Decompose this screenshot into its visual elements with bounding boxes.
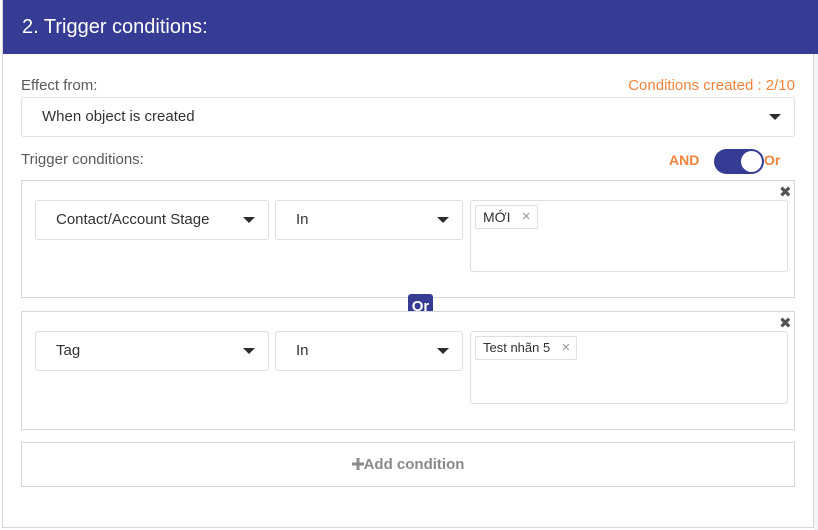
condition-2-values-input[interactable]: Test nhãn 5 × (470, 331, 788, 404)
condition-2-operator-select[interactable]: In (275, 331, 463, 371)
condition-2-operator-value: In (296, 342, 309, 359)
scrollbar-track[interactable] (814, 0, 818, 530)
effect-from-value: When object is created (42, 108, 195, 125)
effect-from-select[interactable]: When object is created (21, 97, 795, 137)
effect-from-label: Effect from: (21, 77, 98, 94)
trigger-conditions-label: Trigger conditions: (21, 151, 144, 168)
caret-down-icon (243, 348, 255, 354)
value-tag: Test nhãn 5 × (475, 336, 578, 360)
caret-down-icon (243, 217, 255, 223)
add-condition-label: Add condition (363, 456, 465, 473)
and-label: AND (669, 152, 700, 168)
add-condition-button[interactable]: Add condition (21, 442, 795, 487)
remove-condition-icon[interactable]: ✖ (779, 185, 792, 200)
condition-1-field-value: Contact/Account Stage (56, 211, 210, 228)
conditions-counter: Conditions created : 2/10 (628, 77, 795, 94)
caret-down-icon (437, 348, 449, 354)
caret-down-icon (769, 114, 781, 120)
plus-icon (351, 458, 364, 470)
value-tag: MỚI × (475, 205, 538, 229)
value-tag-label: Test nhãn 5 (483, 340, 551, 355)
panel-title: 2. Trigger conditions: (3, 0, 815, 54)
condition-2-field-value: Tag (56, 342, 81, 359)
condition-1-operator-value: In (296, 211, 309, 228)
toggle-knob (741, 151, 762, 172)
caret-down-icon (437, 217, 449, 223)
or-label: Or (764, 152, 781, 168)
condition-1-field-select[interactable]: Contact/Account Stage (35, 200, 269, 240)
condition-2-field-select[interactable]: Tag (35, 331, 269, 371)
condition-1-values-input[interactable]: MỚI × (470, 200, 788, 272)
remove-tag-icon[interactable]: × (561, 337, 570, 359)
and-or-toggle[interactable] (714, 149, 764, 174)
remove-tag-icon[interactable]: × (522, 206, 531, 228)
value-tag-label: MỚI (483, 209, 511, 225)
remove-condition-icon[interactable]: ✖ (779, 316, 792, 331)
condition-1-operator-select[interactable]: In (275, 200, 463, 240)
